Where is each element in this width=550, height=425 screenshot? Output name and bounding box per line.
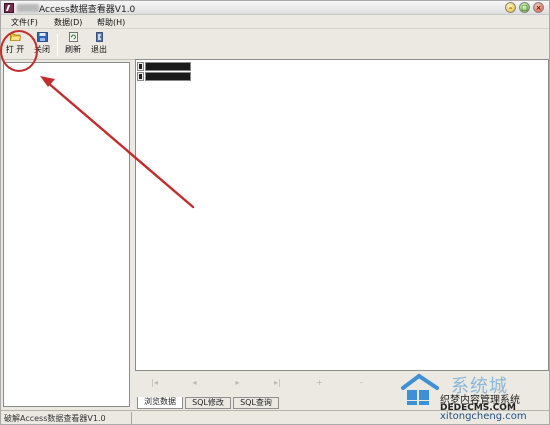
data-grid[interactable]: [135, 59, 549, 371]
close-button[interactable]: ×: [533, 2, 544, 13]
panel-splitter[interactable]: [131, 62, 134, 407]
grid-cell[interactable]: [145, 72, 191, 81]
blurred-title-prefix: [17, 4, 39, 12]
maximize-button[interactable]: □: [519, 2, 530, 13]
menu-data[interactable]: 数据(D): [54, 17, 82, 28]
prev-record-icon[interactable]: ◂: [190, 378, 199, 387]
title-bar: Access数据查看器V1.0 – □ ×: [1, 1, 549, 15]
grid-cell[interactable]: [145, 62, 191, 71]
last-record-icon[interactable]: ▸|: [273, 378, 282, 387]
menu-file[interactable]: 文件(F): [11, 17, 38, 28]
tab-sql-query[interactable]: SQL查询: [233, 397, 279, 409]
refresh-icon: [68, 32, 78, 42]
menu-bar: 文件(F) 数据(D) 帮助(H): [1, 16, 549, 29]
grid-row[interactable]: [137, 72, 192, 81]
next-record-icon[interactable]: ▸: [233, 378, 242, 387]
minimize-button[interactable]: –: [505, 2, 516, 13]
annotation-circle: [0, 30, 38, 72]
insert-record-icon[interactable]: +: [315, 378, 324, 387]
row-indicator[interactable]: [137, 62, 144, 71]
tab-sql-modify[interactable]: SQL修改: [185, 397, 231, 409]
app-window: Access数据查看器V1.0 – □ × 文件(F) 数据(D) 帮助(H) …: [0, 0, 550, 425]
exit-button[interactable]: 退出: [88, 32, 110, 58]
app-icon: [4, 3, 14, 13]
delete-record-icon[interactable]: –: [357, 378, 366, 387]
grid-row[interactable]: [137, 62, 192, 71]
refresh-button[interactable]: 刷新: [62, 32, 84, 58]
first-record-icon[interactable]: |◂: [150, 378, 159, 387]
status-text: 破解Access数据查看器V1.0: [4, 414, 106, 423]
refresh-label: 刷新: [65, 45, 81, 54]
window-title: Access数据查看器V1.0: [39, 5, 136, 15]
table-tree-panel[interactable]: [3, 62, 130, 407]
exit-icon: [95, 32, 103, 42]
tab-browse-data[interactable]: 浏览数据: [137, 397, 183, 409]
row-indicator[interactable]: [137, 72, 144, 81]
status-divider: [131, 412, 132, 424]
watermark-logo: [401, 373, 439, 405]
exit-label: 退出: [91, 45, 107, 54]
menu-help[interactable]: 帮助(H): [97, 17, 125, 28]
toolbar-separator: [57, 34, 58, 56]
close-db-icon: [36, 32, 48, 42]
toolbar: 打 开 关闭 刷新 退出: [1, 30, 549, 60]
watermark-line3: xitongcheng.com: [440, 411, 527, 422]
